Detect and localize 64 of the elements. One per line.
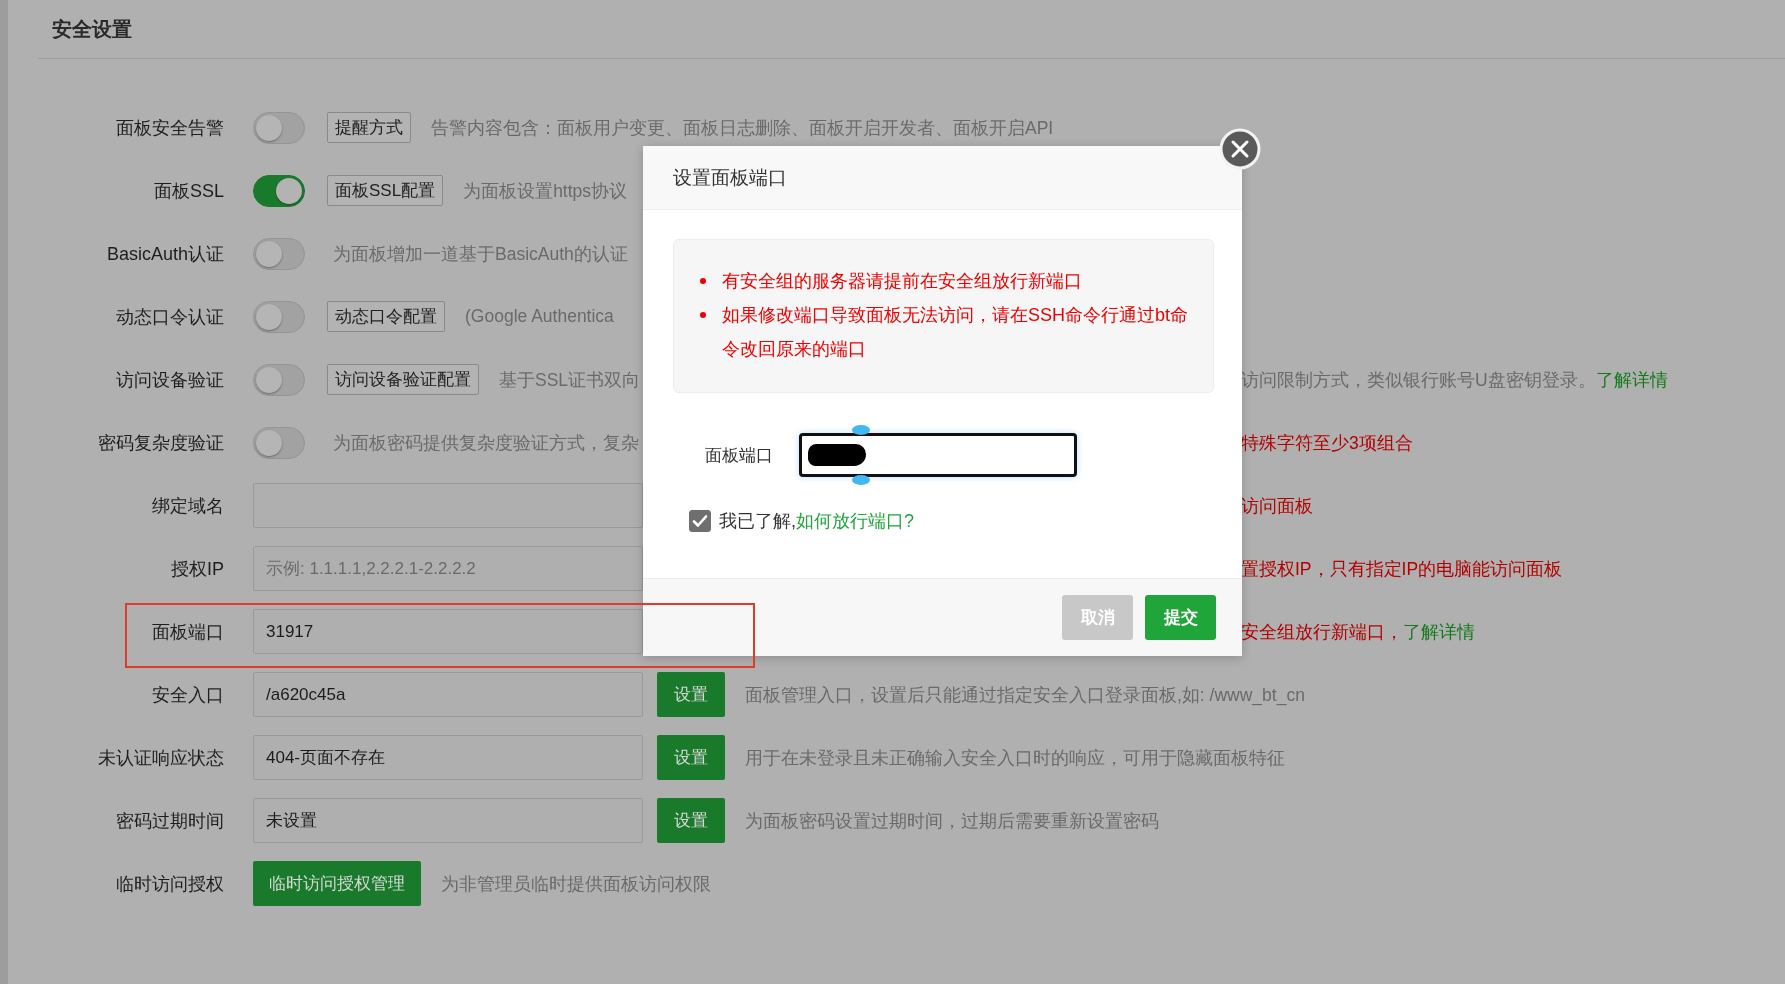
setting-label: 访问设备验证	[115, 368, 224, 392]
setting-label: 面板端口	[151, 620, 224, 644]
page-title: 安全设置	[52, 16, 132, 42]
notice-text: 如果修改端口导致面板无法访问，请在SSH命令行通过bt命令改回原来的端口	[722, 304, 1190, 361]
manage-button[interactable]: 临时访问授权管理	[253, 861, 421, 906]
setting-label: 动态口令认证	[115, 305, 224, 329]
selection-handle-icon	[852, 425, 870, 435]
config-button[interactable]: 提醒方式	[327, 112, 411, 143]
config-button[interactable]: 动态口令配置	[327, 301, 445, 332]
toggle-switch[interactable]	[253, 426, 305, 459]
port-input-field[interactable]	[799, 433, 1077, 477]
toggle-switch[interactable]	[253, 300, 305, 333]
dialog-title: 设置面板端口	[673, 165, 787, 190]
setting-note: 安全组放行新端口，	[1241, 620, 1403, 644]
details-link[interactable]: 了解详情	[1595, 367, 1668, 392]
field-label: 面板端口	[704, 444, 773, 467]
input-field[interactable]: /a620c45a	[253, 672, 643, 717]
setting-label: 安全入口	[151, 683, 224, 707]
details-link[interactable]: 了解详情	[1403, 619, 1475, 644]
setting-description: 面板管理入口，设置后只能通过指定安全入口登录面板,如: /www_bt_cn	[745, 683, 1305, 707]
input-field[interactable]: 404-页面不存在	[253, 735, 643, 780]
set-button[interactable]: 设置	[657, 672, 725, 717]
setting-description: 为面板密码提供复杂度验证方式，复杂	[333, 431, 639, 455]
setting-label: 密码过期时间	[115, 809, 224, 833]
setting-note: 特殊字符至少3项组合	[1241, 431, 1413, 455]
setting-description: 为面板密码设置过期时间，过期后需要重新设置密码	[745, 809, 1159, 833]
notice-text: 有安全组的服务器请提前在安全组放行新端口	[722, 270, 1082, 293]
config-button[interactable]: 面板SSL配置	[327, 175, 444, 206]
help-link[interactable]: 如何放行端口?	[796, 509, 915, 533]
bullet-icon	[700, 312, 706, 318]
setting-description: 为非管理员临时提供面板访问权限	[441, 872, 711, 896]
setting-label: 面板安全告警	[115, 116, 224, 140]
input-field[interactable]: 31917	[253, 609, 643, 654]
bullet-icon	[700, 278, 706, 284]
setting-label: 面板SSL	[152, 179, 224, 203]
input-field[interactable]: 示例: 1.1.1.1,2.2.2.1-2.2.2.2	[253, 546, 643, 591]
setting-label: 临时访问授权	[115, 872, 224, 896]
config-button[interactable]: 访问设备验证配置	[327, 364, 479, 395]
setting-label: 绑定域名	[151, 494, 224, 518]
setting-description: 为面板设置https协议	[463, 179, 628, 203]
close-button[interactable]	[1219, 128, 1261, 170]
acknowledge-text: 我已了解,	[719, 510, 796, 533]
setting-label: BasicAuth认证	[105, 242, 224, 266]
toggle-switch[interactable]	[253, 111, 305, 144]
setting-note: 访问面板	[1241, 494, 1313, 518]
set-button[interactable]: 设置	[657, 798, 725, 843]
toggle-switch[interactable]	[253, 174, 305, 207]
setting-description: 告警内容包含：面板用户变更、面板日志删除、面板开启开发者、面板开启API	[431, 116, 1054, 140]
setting-description: (Google Authentica	[465, 306, 614, 327]
toggle-switch[interactable]	[253, 237, 305, 270]
setting-note: 访问限制方式，类似银行账号U盘密钥登录。	[1241, 368, 1596, 392]
set-button[interactable]: 设置	[657, 735, 725, 780]
setting-description: 基于SSL证书双向	[499, 368, 641, 392]
toggle-switch[interactable]	[253, 363, 305, 396]
setting-note: 置授权IP，只有指定IP的电脑能访问面板	[1241, 557, 1563, 581]
submit-button[interactable]: 提交	[1145, 595, 1216, 640]
checkbox[interactable]	[689, 510, 711, 532]
setting-description: 用于在未登录且未正确输入安全入口时的响应，可用于隐藏面板特征	[745, 746, 1285, 770]
setting-label: 授权IP	[170, 557, 224, 581]
selection-handle-icon	[852, 475, 870, 485]
input-field[interactable]	[253, 483, 643, 528]
setting-label: 未认证响应状态	[97, 746, 224, 770]
setting-label: 密码复杂度验证	[97, 431, 224, 455]
input-field[interactable]: 未设置	[253, 798, 643, 843]
